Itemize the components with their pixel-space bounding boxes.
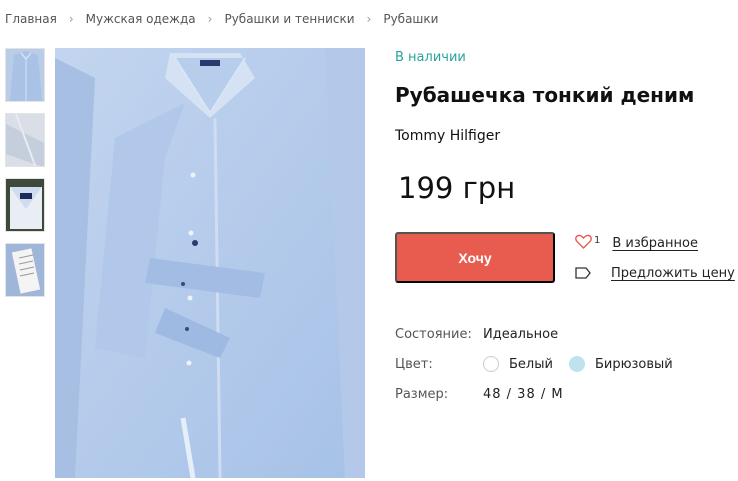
property-color: Цвет: Белый Бирюзовый: [395, 355, 689, 373]
availability-status: В наличии: [395, 50, 466, 65]
color-option-turquoise: Бирюзовый: [568, 356, 673, 372]
breadcrumb-separator: ›: [68, 12, 74, 26]
property-size: Размер: 48 / 38 / M: [395, 385, 689, 403]
product-title: Рубашечка тонкий деним: [395, 83, 695, 107]
color-name: Белый: [509, 356, 553, 372]
product-price: 199 грн: [398, 171, 516, 205]
product-properties: Состояние: Идеальное Цвет: Белый Бирюзов…: [395, 325, 689, 415]
condition-value: Идеальное: [483, 326, 559, 342]
offer-price-link[interactable]: Предложить цену: [611, 266, 735, 281]
property-condition: Состояние: Идеальное: [395, 325, 689, 343]
breadcrumb-separator: ›: [207, 12, 213, 26]
heart-icon: [575, 234, 592, 253]
breadcrumb-home[interactable]: Главная: [5, 12, 57, 26]
color-option-white: Белый: [483, 356, 553, 372]
thumbnail-list: [5, 48, 45, 308]
price-tag-icon: [575, 264, 591, 283]
offer-price[interactable]: Предложить цену: [575, 264, 735, 283]
breadcrumb-shirts[interactable]: Рубашки: [383, 12, 438, 26]
product-brand[interactable]: Tommy Hilfiger: [395, 128, 500, 144]
favorites-link[interactable]: В избранное: [612, 236, 698, 251]
thumbnail-shirt-front[interactable]: [5, 48, 45, 102]
breadcrumb-shirts-polos[interactable]: Рубашки и тенниски: [224, 12, 354, 26]
thumbnail-shirt-care-label[interactable]: [5, 243, 45, 297]
condition-label: Состояние:: [395, 326, 472, 342]
color-label: Цвет:: [395, 356, 433, 372]
color-swatch-turquoise: [568, 356, 585, 372]
thumbnail-shirt-collar-label[interactable]: [5, 178, 45, 232]
breadcrumb-mens-clothing[interactable]: Мужская одежда: [86, 12, 196, 26]
want-button[interactable]: Хочу: [395, 232, 555, 283]
favorites-count: 1: [594, 235, 601, 246]
size-label: Размер:: [395, 386, 449, 402]
breadcrumb: Главная › Мужская одежда › Рубашки и тен…: [5, 12, 438, 26]
add-to-favorites[interactable]: 1 В избранное: [575, 234, 698, 253]
size-value: 48 / 38 / M: [483, 386, 564, 402]
main-product-photo[interactable]: [55, 48, 365, 478]
color-swatch-white: [483, 356, 499, 372]
thumbnail-shirt-fabric[interactable]: [5, 113, 45, 167]
breadcrumb-separator: ›: [366, 12, 372, 26]
color-name: Бирюзовый: [594, 356, 673, 372]
